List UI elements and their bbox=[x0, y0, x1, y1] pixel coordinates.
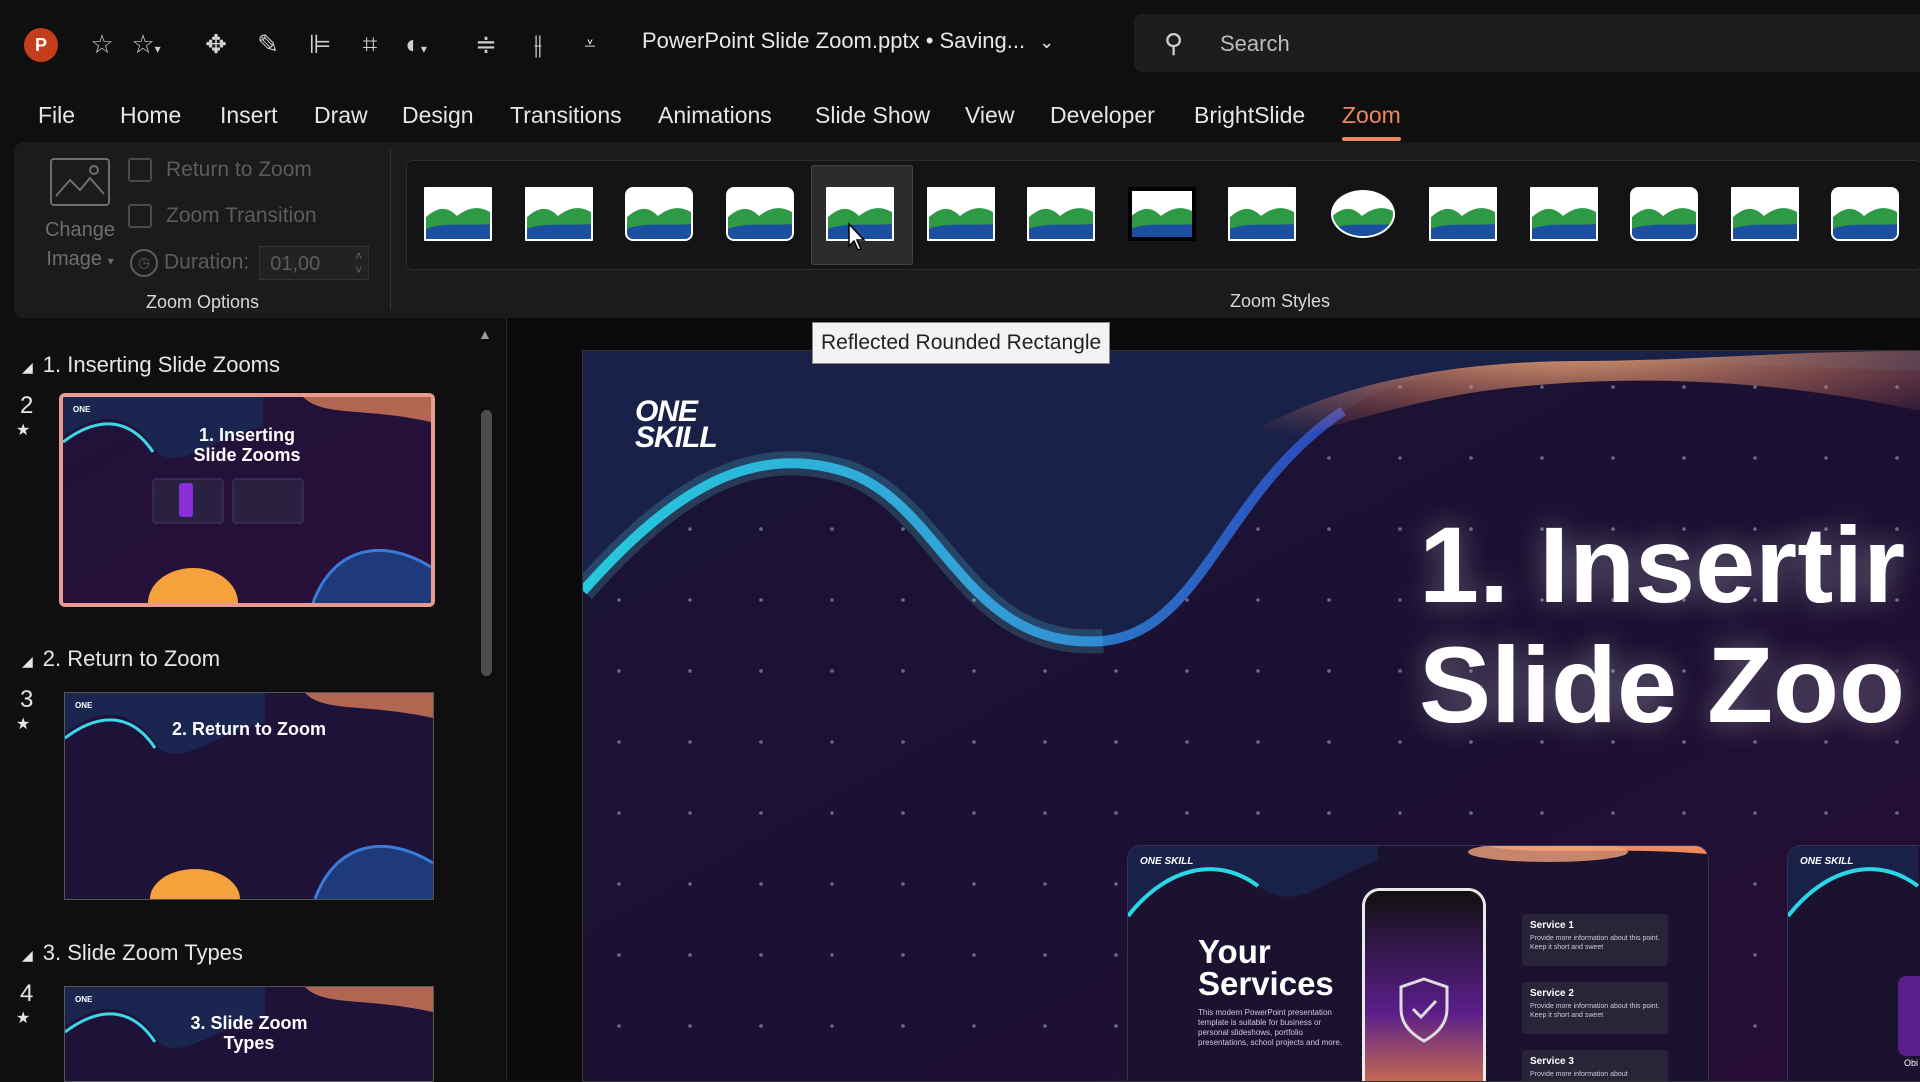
thumb-logo: ONE bbox=[75, 701, 93, 710]
move-icon[interactable]: ✥ bbox=[200, 28, 232, 60]
slide-thumbnail-2[interactable]: ONE 1. Inserting Slide Zooms bbox=[59, 393, 435, 607]
tab-draw[interactable]: Draw bbox=[314, 102, 368, 129]
customize-icon[interactable]: ⩡ bbox=[574, 28, 606, 60]
zoom-style-15[interactable] bbox=[1830, 186, 1900, 242]
zoom-style-1[interactable] bbox=[423, 186, 493, 242]
collapse-triangle-icon[interactable]: ◢ bbox=[22, 653, 33, 670]
slide-number: 2 bbox=[20, 392, 34, 419]
service-item-1: Service 1 Provide more information about … bbox=[1522, 914, 1668, 966]
tab-home[interactable]: Home bbox=[120, 102, 181, 129]
search-input[interactable] bbox=[1218, 26, 1822, 62]
animation-star-icon: ★ bbox=[16, 716, 31, 733]
shape-icon[interactable]: ◐▾ bbox=[400, 28, 432, 60]
change-image-button[interactable]: Change Image ▾ bbox=[34, 158, 126, 278]
ribbon-tabs bbox=[0, 88, 1920, 140]
phone-mockup bbox=[1362, 888, 1486, 1081]
zoom-style-8[interactable] bbox=[1127, 186, 1197, 242]
duration-spinner[interactable]: ˄ ˅ bbox=[355, 249, 362, 277]
animation-star-icon: ★ bbox=[16, 422, 31, 439]
return-to-zoom-label: Return to Zoom bbox=[166, 158, 312, 181]
slide-number: 3 bbox=[20, 686, 34, 713]
duration-input[interactable]: 01,00 ˄ ˅ bbox=[259, 246, 370, 280]
tab-transitions[interactable]: Transitions bbox=[510, 102, 622, 129]
tab-animations[interactable]: Animations bbox=[658, 102, 772, 129]
clock-icon: ◷ bbox=[130, 249, 158, 277]
duration-label: Duration: bbox=[164, 250, 250, 274]
zoom-style-3[interactable] bbox=[624, 186, 694, 242]
ribbon-separator bbox=[390, 150, 391, 310]
pane-scrollbar[interactable] bbox=[481, 410, 492, 676]
change-image-label: Change Image ▾ bbox=[44, 219, 116, 270]
zoom-styles-label: Zoom Styles bbox=[1230, 291, 1331, 311]
zoom-style-14[interactable] bbox=[1730, 186, 1800, 242]
document-title-text: PowerPoint Slide Zoom.pptx • Saving... bbox=[642, 28, 1026, 53]
tab-design[interactable]: Design bbox=[402, 102, 474, 129]
zoom-style-6[interactable] bbox=[926, 186, 996, 242]
crop-icon[interactable]: ⌗ bbox=[354, 28, 386, 60]
zoom-style-12[interactable] bbox=[1529, 186, 1599, 242]
zoom-style-10[interactable] bbox=[1328, 186, 1398, 242]
thumb-logo: ONE bbox=[73, 405, 91, 414]
slide-thumbnail-4[interactable]: ONE 3. Slide Zoom Types bbox=[64, 986, 434, 1082]
slide-title[interactable]: 1. Insertir Slide Zoo bbox=[1419, 505, 1920, 745]
zoom-style-tooltip: Reflected Rounded Rectangle bbox=[812, 322, 1111, 364]
zoom-card-2[interactable]: ONE SKILL Obi bbox=[1787, 845, 1920, 1081]
current-slide[interactable]: ONE SKILL 1. Insertir Slide Zoo ONE SKIL… bbox=[582, 350, 1920, 1082]
tab-zoom[interactable]: Zoom bbox=[1342, 102, 1401, 141]
thumb-title: 2. Return to Zoom bbox=[172, 719, 326, 739]
align-icon[interactable]: ⊫ bbox=[304, 28, 336, 60]
thumb-title: 1. Inserting Slide Zooms bbox=[193, 425, 301, 465]
tab-developer[interactable]: Developer bbox=[1050, 102, 1155, 129]
mouse-cursor-icon bbox=[848, 222, 866, 251]
zoom-options-label: Zoom Options bbox=[146, 292, 260, 312]
powerpoint-logo-icon: P bbox=[24, 28, 58, 62]
distribute-horizontal-icon[interactable]: ≑ bbox=[470, 28, 502, 60]
duration-control: ◷ Duration: 01,00 ˄ ˅ bbox=[130, 246, 370, 280]
zoom-transition-checkbox[interactable]: Zoom Transition bbox=[128, 204, 317, 229]
tab-file[interactable]: File bbox=[38, 102, 75, 129]
card-logo: ONE SKILL bbox=[1800, 856, 1854, 867]
collapse-triangle-icon[interactable]: ◢ bbox=[22, 359, 33, 376]
zoom-transition-label: Zoom Transition bbox=[166, 204, 317, 227]
tab-slide-show[interactable]: Slide Show bbox=[815, 102, 930, 129]
animation-star-icon: ★ bbox=[16, 1010, 31, 1027]
stylus-icon[interactable]: ✎ bbox=[252, 28, 284, 60]
service-item-2: Service 2 Provide more information about … bbox=[1522, 982, 1668, 1034]
distribute-vertical-icon[interactable]: ⫲ bbox=[522, 28, 554, 60]
thumb-title: 3. Slide Zoom Types bbox=[190, 1013, 308, 1053]
slide-logo: ONE SKILL bbox=[635, 395, 718, 454]
auto-fit-icon[interactable]: ☆ bbox=[86, 28, 118, 60]
zoom-style-11[interactable] bbox=[1428, 186, 1498, 242]
image-icon bbox=[50, 158, 110, 206]
tab-insert[interactable]: Insert bbox=[220, 102, 278, 129]
zoom-style-13[interactable] bbox=[1629, 186, 1699, 242]
card-description: This modern PowerPoint presentation temp… bbox=[1198, 1008, 1343, 1047]
collapse-triangle-icon[interactable]: ◢ bbox=[22, 947, 33, 964]
section-header-1[interactable]: ◢ 1. Inserting Slide Zooms bbox=[22, 352, 280, 378]
section-header-3[interactable]: ◢ 3. Slide Zoom Types bbox=[22, 940, 243, 966]
service-item-3: Service 3 Provide more information about bbox=[1522, 1050, 1668, 1081]
star-icon[interactable]: ☆▾ bbox=[130, 28, 162, 60]
slide-thumbnail-3[interactable]: ONE 2. Return to Zoom bbox=[64, 692, 434, 900]
scroll-up-icon[interactable]: ▲ bbox=[478, 326, 492, 342]
zoom-card-services[interactable]: ONE SKILL Your Services This modern Powe… bbox=[1127, 845, 1709, 1081]
zoom-style-2[interactable] bbox=[524, 186, 594, 242]
search-icon: ⚲ bbox=[1164, 28, 1184, 58]
chevron-down-icon[interactable]: ⌄ bbox=[1039, 32, 1054, 52]
card-text: Obi bbox=[1904, 1058, 1919, 1068]
zoom-style-4[interactable] bbox=[725, 186, 795, 242]
document-title[interactable]: PowerPoint Slide Zoom.pptx • Saving... ⌄ bbox=[642, 28, 1054, 54]
slide-number: 4 bbox=[20, 980, 34, 1007]
thumb-logo: ONE bbox=[75, 995, 93, 1004]
section-header-2[interactable]: ◢ 2. Return to Zoom bbox=[22, 646, 220, 672]
card-logo: ONE SKILL bbox=[1140, 856, 1194, 867]
return-to-zoom-checkbox[interactable]: Return to Zoom bbox=[128, 158, 312, 183]
search-box[interactable]: ⚲ bbox=[1134, 14, 1920, 72]
card-title: Your Services bbox=[1198, 933, 1334, 1002]
tab-view[interactable]: View bbox=[965, 102, 1014, 129]
zoom-style-7[interactable] bbox=[1026, 186, 1096, 242]
tab-brightslide[interactable]: BrightSlide bbox=[1194, 102, 1305, 129]
zoom-style-9[interactable] bbox=[1227, 186, 1297, 242]
